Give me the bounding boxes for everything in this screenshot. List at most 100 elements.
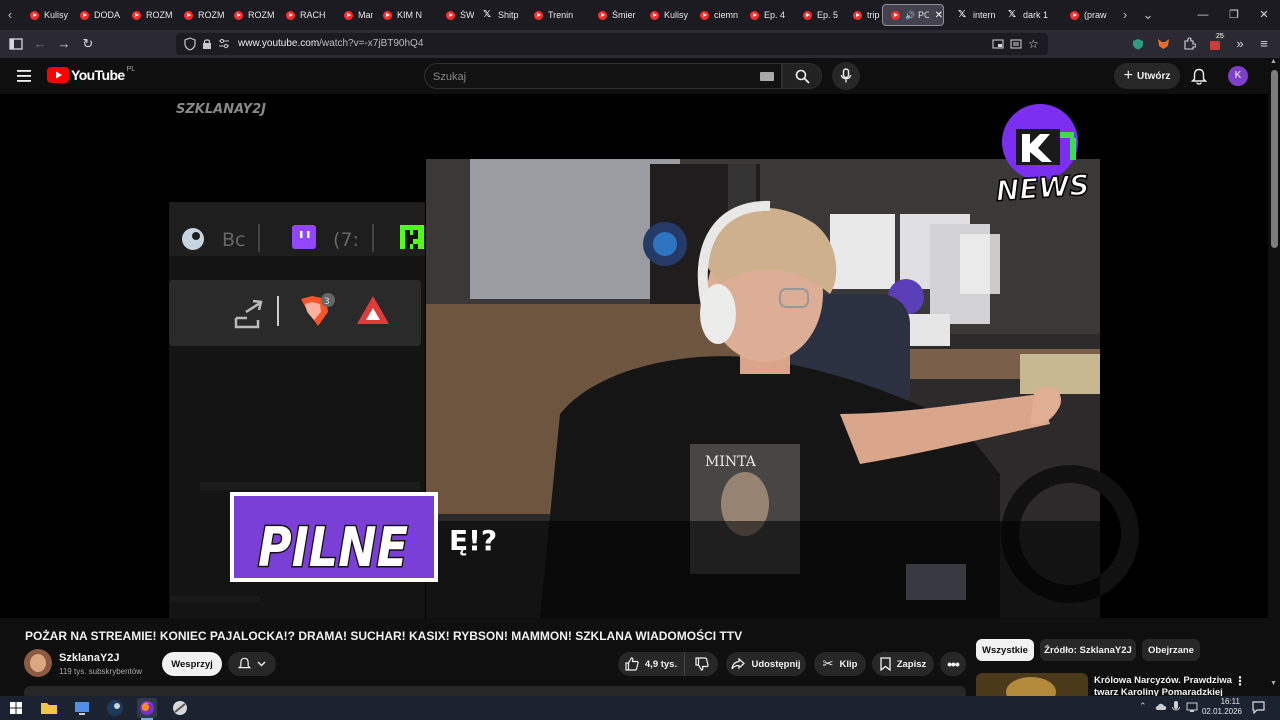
bookmark-star-icon[interactable]: ☆ [1028,37,1039,51]
browser-tab[interactable]: ciemn [692,4,742,26]
keyboard-icon[interactable] [760,72,774,81]
browser-tab[interactable]: Trenin [526,4,588,26]
dislike-button[interactable] [684,652,718,676]
browser-tab[interactable]: Śmier [590,4,640,26]
tray-network-icon[interactable] [1186,701,1198,713]
more-actions-button[interactable]: ••• [940,652,966,676]
youtube-logo[interactable]: YouTube PL [47,65,136,83]
browser-tab[interactable]: ROZM [176,4,224,26]
address-bar[interactable]: www.youtube.com/watch?v=-x7jBT90hQ4 ☆ [176,33,1048,55]
steam-icon[interactable] [105,698,125,718]
scroll-down-icon[interactable]: ▼ [1270,680,1277,687]
notifications-bell-icon[interactable] [1191,68,1207,85]
share-arrow-icon [731,658,746,670]
guide-menu-icon[interactable] [16,69,32,83]
tabs-scroll-right-icon[interactable]: › [1117,7,1133,23]
chip-watched[interactable]: Obejrzane [1142,639,1200,661]
account-avatar[interactable]: K [1228,66,1248,86]
browser-tab[interactable]: Ep. 5 [795,4,843,26]
restore-window-button[interactable]: ❐ [1225,6,1243,24]
browser-tab[interactable]: RACH [278,4,334,26]
chip-source-channel[interactable]: Źródło: SzklanaY2J [1040,639,1136,661]
file-explorer-icon[interactable] [39,698,59,718]
channel-name[interactable]: SzklanaY2J [59,652,120,664]
youtube-icon [891,10,900,20]
recommended-menu-icon[interactable]: ⋮ [1234,674,1246,688]
region-code: PL [126,65,136,73]
create-button[interactable]: + Utwórz [1114,63,1180,89]
tray-cloud-icon[interactable] [1155,702,1167,712]
youtube-icon [383,10,392,20]
notification-center-icon[interactable] [1252,701,1265,714]
minimize-window-button[interactable]: — [1194,6,1212,24]
extension-fox-icon[interactable] [1157,38,1170,50]
sidebar-toggle-icon[interactable] [8,36,24,52]
browser-tab[interactable]: Ep. 4 [742,4,794,26]
search-input[interactable] [433,68,733,86]
microphone-icon [840,68,852,83]
tab-close-icon[interactable]: ✕ [935,10,943,21]
overflow-chevrons-icon[interactable]: » [1232,36,1248,52]
browser-tab[interactable]: ROZM [226,4,276,26]
browser-tab[interactable]: 𝕏dark 1 [1000,4,1060,26]
channel-avatar[interactable] [24,649,52,677]
remote-desktop-icon[interactable] [72,698,92,718]
clock-time[interactable]: 16:11 [1210,697,1240,706]
tab-list-chevron-icon[interactable]: ⌄ [1140,7,1156,23]
browser-tab[interactable]: 🔊PO ✕ [882,4,944,26]
like-button[interactable]: 4,9 tys. [618,652,684,676]
search-button[interactable] [782,63,822,89]
save-button[interactable]: Zapisz [872,652,934,676]
browser-tab[interactable]: KIM N [375,4,437,26]
support-button[interactable]: Wesprzyj [162,652,222,676]
browser-tab[interactable]: 𝕏intern [950,4,998,26]
browser-tab[interactable]: trip - [845,4,880,26]
tray-chevron-icon[interactable]: ⌃ [1139,701,1147,712]
browser-tab[interactable]: Kulisy [642,4,690,26]
recommended-title[interactable]: Królowa Narcyzów. Prawdziwa twarz Karoli… [1094,675,1234,696]
browser-tab[interactable]: Kulisy [22,4,70,26]
youtube-icon [234,10,243,20]
extension-shield-icon[interactable] [1132,38,1144,50]
picture-in-picture-icon[interactable] [992,38,1004,50]
recommended-thumbnail[interactable] [976,673,1088,696]
extension-badge-icon[interactable]: 25 [1208,33,1225,52]
youtube-icon [286,10,295,20]
clip-button[interactable]: ✂ Klip [814,652,866,676]
reader-view-icon[interactable] [1010,38,1022,50]
video-player[interactable]: MINTA NEWS SZKLANAY2J Bc (7: 3 PILNE Ę!? [0,94,1268,618]
tray-mic-icon[interactable] [1172,701,1180,714]
description-box[interactable] [24,686,966,696]
clock-date[interactable]: 02.01.2026 [1200,707,1244,716]
tab-audio-icon[interactable]: 🔊 [905,11,915,20]
browser-tab[interactable]: Mamm [336,4,373,26]
url-host: www.youtube.com [238,38,320,49]
subscription-bell-button[interactable] [228,652,276,676]
browser-tab[interactable]: ROZM [124,4,174,26]
voice-search-button[interactable] [832,62,860,90]
browser-tab[interactable]: DODA [72,4,122,26]
forward-icon[interactable]: → [56,36,72,52]
back-icon[interactable]: ← [32,36,48,52]
extensions-puzzle-icon[interactable] [1182,37,1196,51]
url-text[interactable]: www.youtube.com/watch?v=-x7jBT90hQ4 [238,38,423,49]
youtube-logo-text: YouTube [71,67,125,83]
lock-icon[interactable] [202,38,212,50]
app-menu-icon[interactable]: ≡ [1256,36,1272,52]
page-scrollbar[interactable]: ▲ ▼ [1268,58,1280,696]
chip-all[interactable]: Wszystkie [976,639,1034,661]
reload-icon[interactable]: ↻ [80,36,96,52]
scrollbar-thumb[interactable] [1271,70,1278,248]
windows-start-icon[interactable] [10,702,22,714]
share-button[interactable]: Udostępnij [726,652,806,676]
tracking-shield-icon[interactable] [184,37,196,51]
browser-tab[interactable]: (praw [1062,4,1107,26]
firefox-icon[interactable] [137,698,157,720]
browser-tab[interactable]: 𝕏 Shitp [475,4,525,26]
close-window-button[interactable]: ✕ [1255,6,1273,24]
permissions-icon[interactable] [218,38,230,50]
app-icon[interactable] [170,698,190,718]
browser-tab[interactable]: ŚWIĄ [438,4,474,26]
scroll-up-icon[interactable]: ▲ [1270,58,1277,65]
tabs-scroll-left-icon[interactable]: ‹ [2,7,18,23]
